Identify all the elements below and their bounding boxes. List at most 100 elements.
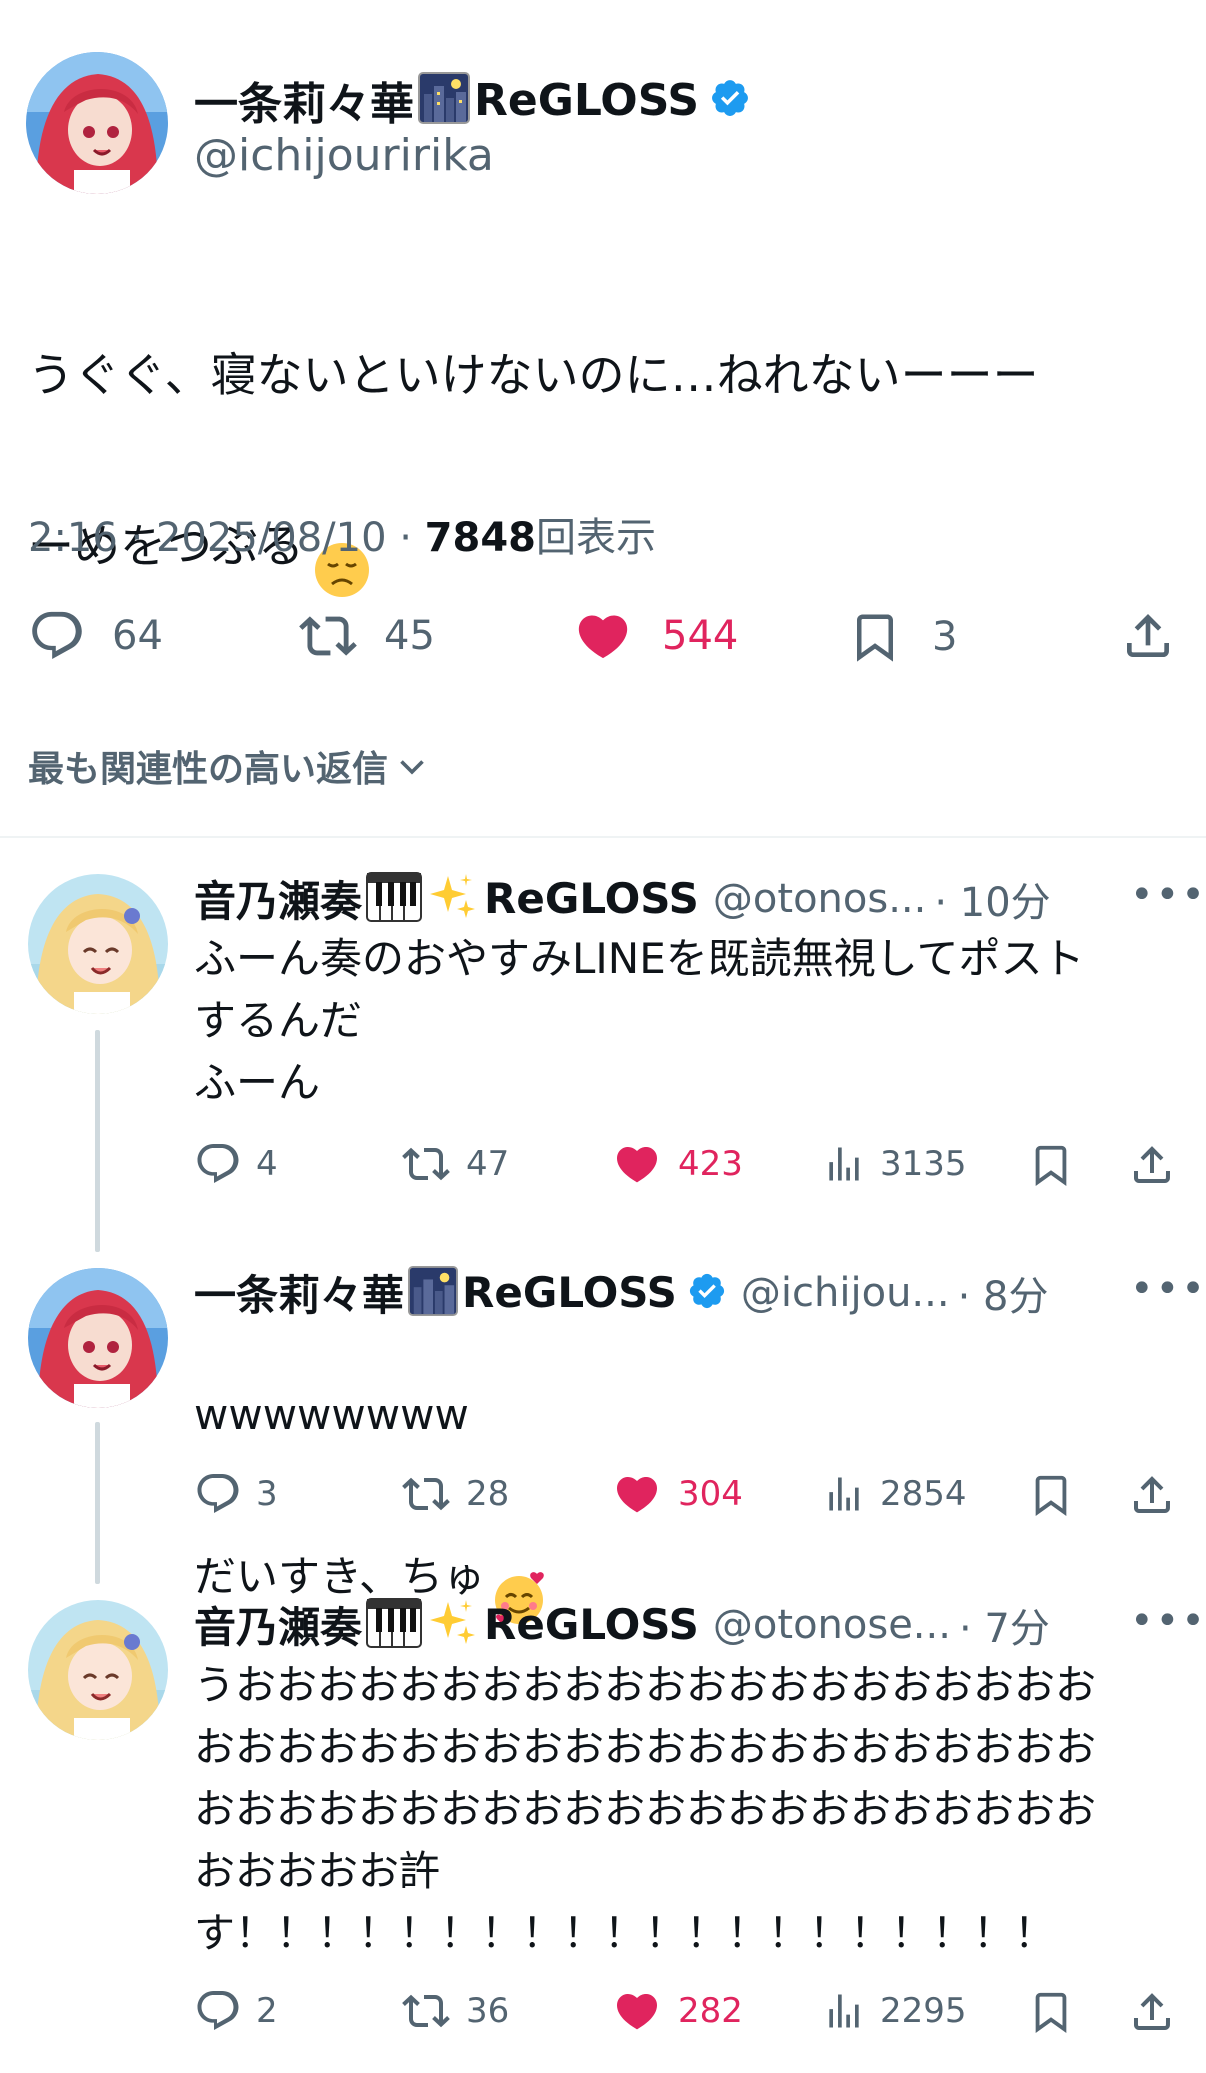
bookmark-button[interactable]: 3 bbox=[848, 607, 957, 667]
author-handle[interactable]: @ichijouririka bbox=[194, 130, 494, 181]
analytics-bars-icon bbox=[829, 1147, 859, 1181]
reply-2-header: 一条莉々華 ReGLOSS @ichijou... · 8分 bbox=[194, 1262, 1184, 1323]
piano-emoji-icon bbox=[366, 1597, 423, 1652]
avatar-otonose-kanade[interactable] bbox=[28, 1600, 168, 1740]
reply-author-handle[interactable]: @otonose... bbox=[713, 1602, 951, 1648]
views-button[interactable]: 2854 bbox=[822, 1470, 967, 1518]
night-city-emoji-icon bbox=[418, 72, 470, 128]
author-name-row[interactable]: 一条莉々華 ReGLOSS bbox=[194, 68, 751, 132]
retweet-count: 28 bbox=[466, 1474, 510, 1514]
bookmark-button[interactable] bbox=[1028, 1987, 1074, 2037]
tweet-timestamp[interactable]: 2:16 · 2025/08/10 · bbox=[28, 515, 425, 561]
like-button[interactable]: 282 bbox=[612, 1987, 743, 2035]
share-button[interactable] bbox=[1120, 607, 1176, 665]
reply-author-name[interactable]: 音乃瀬奏 bbox=[194, 868, 362, 929]
analytics-bars-icon bbox=[829, 1477, 859, 1511]
more-options-icon[interactable]: ••• bbox=[1130, 1598, 1206, 1644]
reply-icon bbox=[197, 1144, 239, 1184]
view-count: 3135 bbox=[880, 1144, 967, 1184]
retweet-button[interactable]: 28 bbox=[400, 1470, 509, 1518]
retweet-count: 47 bbox=[466, 1144, 510, 1184]
piano-emoji-icon bbox=[366, 871, 423, 926]
tweet-meta: 2:16 · 2025/08/10 · 7848回表示 bbox=[28, 505, 656, 563]
author-group: ReGLOSS bbox=[474, 74, 700, 126]
bookmark-icon bbox=[857, 614, 893, 662]
section-divider bbox=[0, 836, 1206, 838]
like-count: 304 bbox=[678, 1474, 743, 1514]
heart-filled-icon bbox=[578, 615, 628, 659]
retweet-button[interactable]: 36 bbox=[400, 1987, 509, 2035]
reply-button[interactable]: 2 bbox=[194, 1987, 278, 2035]
reply-author-name[interactable]: 一条莉々華 bbox=[194, 1262, 404, 1323]
reply-count: 64 bbox=[112, 613, 163, 659]
like-button[interactable]: 544 bbox=[572, 607, 738, 665]
retweet-icon bbox=[299, 616, 357, 656]
more-options-icon[interactable]: ••• bbox=[1130, 872, 1206, 918]
bookmark-button[interactable] bbox=[1028, 1470, 1074, 1520]
retweet-icon bbox=[402, 1994, 450, 2028]
reply-button[interactable]: 3 bbox=[194, 1470, 278, 1518]
sparkles-emoji-icon bbox=[428, 872, 478, 926]
share-icon bbox=[1134, 1476, 1170, 1513]
share-button[interactable] bbox=[1128, 1470, 1176, 1520]
reply-timestamp[interactable]: · 7分 bbox=[959, 1596, 1050, 1654]
view-count-label: 回表示 bbox=[536, 515, 656, 561]
avatar-ichijou-ririka[interactable] bbox=[26, 52, 168, 194]
reply-count: 2 bbox=[256, 1991, 278, 2031]
reply-icon bbox=[32, 611, 82, 660]
verified-badge-icon bbox=[709, 77, 751, 123]
reply-author-name[interactable]: 音乃瀬奏 bbox=[194, 1594, 362, 1655]
reply-author-handle[interactable]: @ichijou... bbox=[741, 1270, 950, 1316]
share-button[interactable] bbox=[1128, 1140, 1176, 1190]
reply-author-group: ReGLOSS bbox=[462, 1268, 677, 1317]
retweet-icon bbox=[402, 1147, 450, 1181]
reply-button[interactable]: 64 bbox=[28, 607, 163, 665]
reply-count: 3 bbox=[256, 1474, 278, 1514]
reply-count: 4 bbox=[256, 1144, 278, 1184]
heart-filled-icon bbox=[616, 1994, 658, 2030]
retweet-button[interactable]: 45 bbox=[296, 607, 435, 665]
like-button[interactable]: 304 bbox=[612, 1470, 743, 1518]
views-button[interactable]: 2295 bbox=[822, 1987, 967, 2035]
sparkles-emoji-icon bbox=[428, 1598, 478, 1652]
reply-text-line1: wwwwwwww bbox=[194, 1390, 469, 1439]
reply-sort-selector[interactable]: 最も関連性の高い返信 bbox=[28, 740, 430, 792]
view-count: 2295 bbox=[880, 1991, 967, 2031]
heart-filled-icon bbox=[616, 1477, 658, 1513]
retweet-icon bbox=[402, 1477, 450, 1511]
bookmark-icon bbox=[1035, 1992, 1067, 2033]
retweet-button[interactable]: 47 bbox=[400, 1140, 509, 1188]
view-count: 7848 bbox=[424, 515, 536, 561]
reply-text: ふーん奏のおやすみLINEを既読無視してポスト するんだ ふーん bbox=[194, 934, 1085, 1107]
reply-timestamp[interactable]: · 10分 bbox=[934, 870, 1050, 928]
like-count: 544 bbox=[662, 613, 739, 659]
like-count: 282 bbox=[678, 1991, 743, 2031]
verified-badge-icon bbox=[687, 1271, 727, 1315]
reply-author-handle[interactable]: @otonos... bbox=[713, 876, 926, 922]
bookmark-icon bbox=[1035, 1145, 1067, 1186]
reply-text: うおおおおおおおおおおおおおおおおおおおおお おおおおおおおおおおおおおおおおお… bbox=[194, 1661, 1096, 1957]
reply-icon bbox=[197, 1474, 239, 1514]
reply-timestamp[interactable]: · 8分 bbox=[958, 1264, 1049, 1322]
reply-3-header: 音乃瀬奏 ReGLOSS @otonose... · 7分 bbox=[194, 1594, 1184, 1655]
reply-button[interactable]: 4 bbox=[194, 1140, 278, 1188]
bookmark-button[interactable] bbox=[1028, 1140, 1074, 1190]
share-icon bbox=[1134, 1146, 1170, 1183]
view-count: 2854 bbox=[880, 1474, 967, 1514]
share-icon bbox=[1127, 614, 1169, 657]
share-button[interactable] bbox=[1128, 1987, 1176, 2037]
views-button[interactable]: 3135 bbox=[822, 1140, 967, 1188]
reply-sort-label: 最も関連性の高い返信 bbox=[28, 749, 389, 790]
avatar-otonose-kanade[interactable] bbox=[28, 874, 168, 1014]
chevron-down-icon bbox=[400, 760, 424, 775]
like-button[interactable]: 423 bbox=[612, 1140, 743, 1188]
like-count: 423 bbox=[678, 1144, 743, 1184]
more-options-icon[interactable]: ••• bbox=[1130, 1266, 1206, 1312]
thread-connector-line bbox=[95, 1422, 100, 1584]
analytics-bars-icon bbox=[829, 1994, 859, 2028]
author-name: 一条莉々華 bbox=[194, 79, 414, 130]
avatar-ichijou-ririka[interactable] bbox=[28, 1268, 168, 1408]
reply-author-group: ReGLOSS bbox=[484, 1600, 699, 1649]
reply-icon bbox=[197, 1991, 239, 2031]
retweet-count: 36 bbox=[466, 1991, 510, 2031]
